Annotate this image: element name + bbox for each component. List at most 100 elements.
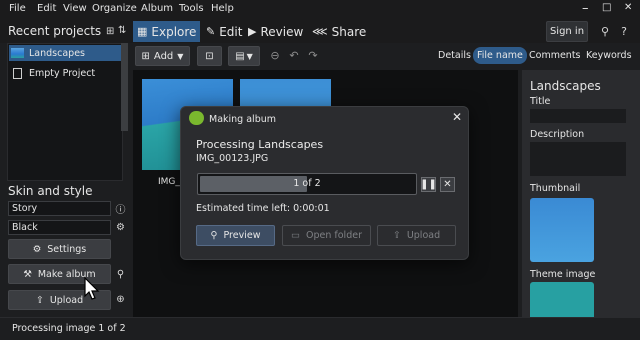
- menu-organize[interactable]: Organize: [92, 3, 137, 14]
- add-icon: ⊞: [141, 50, 150, 62]
- tab-explore[interactable]: ▦ Explore: [133, 21, 201, 42]
- mouse-cursor-icon: [84, 277, 100, 300]
- tab-explore-label: Explore: [151, 24, 197, 39]
- menu-file[interactable]: File: [9, 3, 26, 14]
- minimize-icon[interactable]: –: [582, 1, 589, 16]
- sort-icon[interactable]: ⇅: [118, 25, 126, 36]
- menu-tools[interactable]: Tools: [179, 3, 204, 14]
- open-folder-button[interactable]: ▭ Open folder: [282, 225, 371, 246]
- cancel-icon: ✕: [443, 179, 452, 190]
- description-label: Description: [530, 129, 585, 140]
- edit-menu-button[interactable]: ▤ ▼: [228, 46, 260, 66]
- menu-album[interactable]: Album: [141, 3, 173, 14]
- skin-select[interactable]: Story: [8, 201, 111, 216]
- tab-edit-label: Edit: [219, 24, 243, 39]
- grid-view-icon[interactable]: ⊞: [106, 26, 114, 37]
- magic-wand-icon: ⚒: [23, 268, 32, 280]
- tab-comments[interactable]: Comments: [525, 47, 585, 64]
- open-folder-label: Open folder: [306, 230, 362, 241]
- dialog-upload-button[interactable]: ⇪ Upload: [377, 225, 456, 246]
- pause-button[interactable]: ❚❚: [420, 177, 437, 192]
- title-field[interactable]: [530, 109, 626, 123]
- pencil-icon: ✎: [206, 25, 216, 38]
- folder-icon: ▭: [291, 230, 300, 241]
- upload-icon: ⇪: [392, 230, 401, 241]
- remove-icon[interactable]: ⊖: [268, 48, 282, 62]
- gear-icon[interactable]: ⚙: [114, 221, 127, 234]
- dialog-title: Making album: [209, 114, 276, 125]
- gear-icon: ⚙: [32, 243, 42, 255]
- add-label: Add: [153, 50, 174, 62]
- sign-in-button[interactable]: Sign in: [546, 21, 588, 42]
- title-label: Title: [530, 96, 551, 107]
- project-label: Empty Project: [29, 67, 96, 79]
- close-icon[interactable]: ✕: [450, 110, 464, 124]
- current-file: IMG_00123.JPG: [196, 153, 269, 164]
- project-label: Landscapes: [29, 47, 85, 59]
- tab-keywords[interactable]: Keywords: [582, 47, 636, 64]
- rotate-right-icon[interactable]: ↷: [306, 48, 320, 62]
- search-icon: ⚲: [210, 230, 218, 241]
- search-icon[interactable]: ⚲: [114, 268, 127, 281]
- grid-icon: ▦: [137, 25, 148, 38]
- tab-review-label: Review: [260, 24, 304, 39]
- theme-image[interactable]: [530, 282, 594, 322]
- preview-button[interactable]: ⚲ Preview: [196, 225, 275, 246]
- tab-share-label: Share: [331, 24, 367, 39]
- chevron-down-icon: ▼: [177, 51, 184, 61]
- project-item-empty[interactable]: Empty Project: [9, 65, 122, 81]
- theme-image-label: Theme image: [530, 269, 596, 280]
- estimated-time: Estimated time left: 0:00:01: [196, 203, 330, 214]
- menubar: File Edit View Organize Album Tools Help…: [0, 0, 640, 19]
- status-bar: Processing image 1 of 2: [0, 317, 640, 340]
- info-icon[interactable]: ⓘ: [114, 202, 127, 216]
- thumbnail-label: Thumbnail: [530, 183, 581, 194]
- tab-edit[interactable]: ✎ Edit: [202, 21, 246, 42]
- album-title: Landscapes: [530, 79, 601, 93]
- upload-label: Upload: [49, 294, 84, 306]
- status-text: Processing image 1 of 2: [12, 323, 126, 334]
- project-item-landscapes[interactable]: Landscapes: [9, 45, 122, 61]
- rotate-left-icon[interactable]: ↶: [287, 48, 301, 62]
- zoom-icon[interactable]: ⊕: [114, 293, 127, 306]
- album-thumbnail-icon: [11, 48, 24, 58]
- stop-button[interactable]: ✕: [440, 177, 455, 192]
- progress-text: 1 of 2: [293, 178, 321, 189]
- document-edit-icon: ▤: [235, 50, 245, 62]
- description-field[interactable]: [530, 142, 626, 176]
- settings-label: Settings: [47, 243, 87, 255]
- folder-add-icon: ⊡: [205, 50, 214, 62]
- thumbnail-image[interactable]: [530, 198, 594, 262]
- document-icon: [13, 67, 22, 79]
- project-tree: Landscapes Empty Project: [7, 43, 123, 181]
- menu-edit[interactable]: Edit: [37, 3, 56, 14]
- recent-projects-title: Recent projects: [8, 24, 102, 38]
- menu-help[interactable]: Help: [211, 3, 234, 14]
- play-icon: ▶: [248, 25, 257, 38]
- new-folder-button[interactable]: ⊡: [197, 46, 222, 66]
- tab-review[interactable]: ▶ Review: [244, 21, 307, 42]
- app-logo-icon: [189, 111, 204, 125]
- tab-share[interactable]: ⋘ Share: [308, 21, 370, 42]
- tab-file-name[interactable]: File name: [473, 47, 527, 64]
- properties-panel: Landscapes Title Description Thumbnail T…: [522, 70, 640, 322]
- share-icon: ⋘: [312, 25, 328, 38]
- toolbar: ⊞ Add ▼ ⊡ ▤ ▼ ⊖ ↶ ↷ Details File name Co…: [133, 43, 640, 68]
- tab-details[interactable]: Details: [434, 47, 475, 64]
- menu-view[interactable]: View: [63, 3, 87, 14]
- upload-icon: ⇪: [35, 294, 44, 306]
- tree-scrollbar[interactable]: [121, 43, 128, 131]
- help-icon[interactable]: ?: [617, 21, 631, 42]
- maximize-icon[interactable]: □: [602, 2, 611, 13]
- dialog-heading: Processing Landscapes: [196, 138, 324, 151]
- preview-label: Preview: [223, 230, 261, 241]
- skin-and-style-title: Skin and style: [8, 184, 93, 198]
- style-select[interactable]: Black: [8, 220, 111, 235]
- settings-button[interactable]: ⚙ Settings: [8, 239, 111, 259]
- chevron-down-icon: ▼: [246, 51, 253, 61]
- dialog-upload-label: Upload: [406, 230, 441, 241]
- search-icon[interactable]: ⚲: [598, 21, 612, 42]
- close-window-icon[interactable]: ✕: [624, 2, 632, 13]
- progress-bar: 1 of 2: [197, 173, 417, 195]
- add-button[interactable]: ⊞ Add ▼: [135, 46, 190, 66]
